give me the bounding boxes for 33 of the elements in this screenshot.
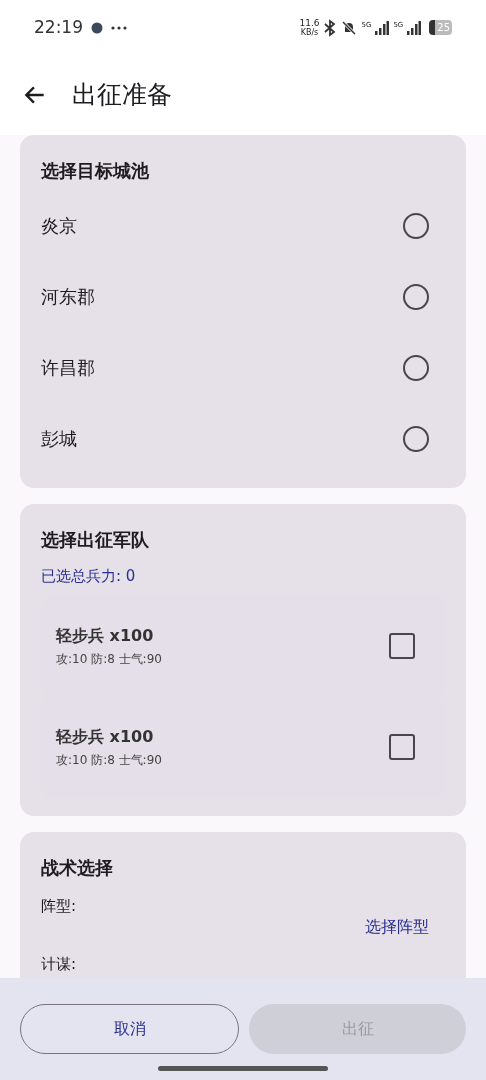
unit-name: 轻步兵 x100 [56, 726, 155, 748]
checkbox[interactable] [389, 734, 415, 760]
unit-stats: 攻:10 防:8 士气:90 [56, 651, 162, 668]
radio-button[interactable] [403, 354, 429, 381]
app-notification-icon [91, 21, 103, 34]
radio-button[interactable] [403, 425, 429, 452]
bluetooth-icon [323, 18, 338, 37]
more-icon [111, 25, 127, 30]
page-title: 出征准备 [72, 79, 172, 112]
city-option-label[interactable]: 炎京 [41, 212, 77, 239]
signal-icon [375, 20, 390, 35]
radio-button[interactable] [403, 212, 429, 239]
section-title: 战术选择 [41, 855, 114, 880]
select-formation-button[interactable]: 选择阵型 [365, 915, 429, 939]
city-option-label[interactable]: 许昌郡 [41, 354, 95, 381]
bell-muted-icon [341, 19, 358, 36]
net-speed-unit: KB/s [300, 27, 319, 38]
unit-stats: 攻:10 防:8 士气:90 [56, 752, 162, 769]
radio-button[interactable] [403, 283, 429, 310]
section-title: 选择出征军队 [41, 528, 150, 552]
strategy-label: 计谋: [41, 954, 78, 975]
action-button[interactable]: 取消 [20, 1004, 239, 1054]
total-troops-text: 已选总兵力: 0 [41, 566, 137, 587]
section-title: 选择目标城池 [41, 159, 150, 183]
checkbox[interactable] [389, 633, 415, 659]
unit-name: 轻步兵 x100 [56, 625, 155, 647]
signal-icon [407, 20, 422, 35]
city-option-label[interactable]: 彭城 [41, 425, 77, 452]
formation-label: 阵型: [41, 895, 78, 917]
net-speed: 11.6 [299, 17, 320, 28]
city-option-label[interactable]: 河东郡 [41, 283, 95, 310]
battery-indicator: 25 [429, 20, 452, 35]
status-time: 22:19 [34, 15, 83, 39]
